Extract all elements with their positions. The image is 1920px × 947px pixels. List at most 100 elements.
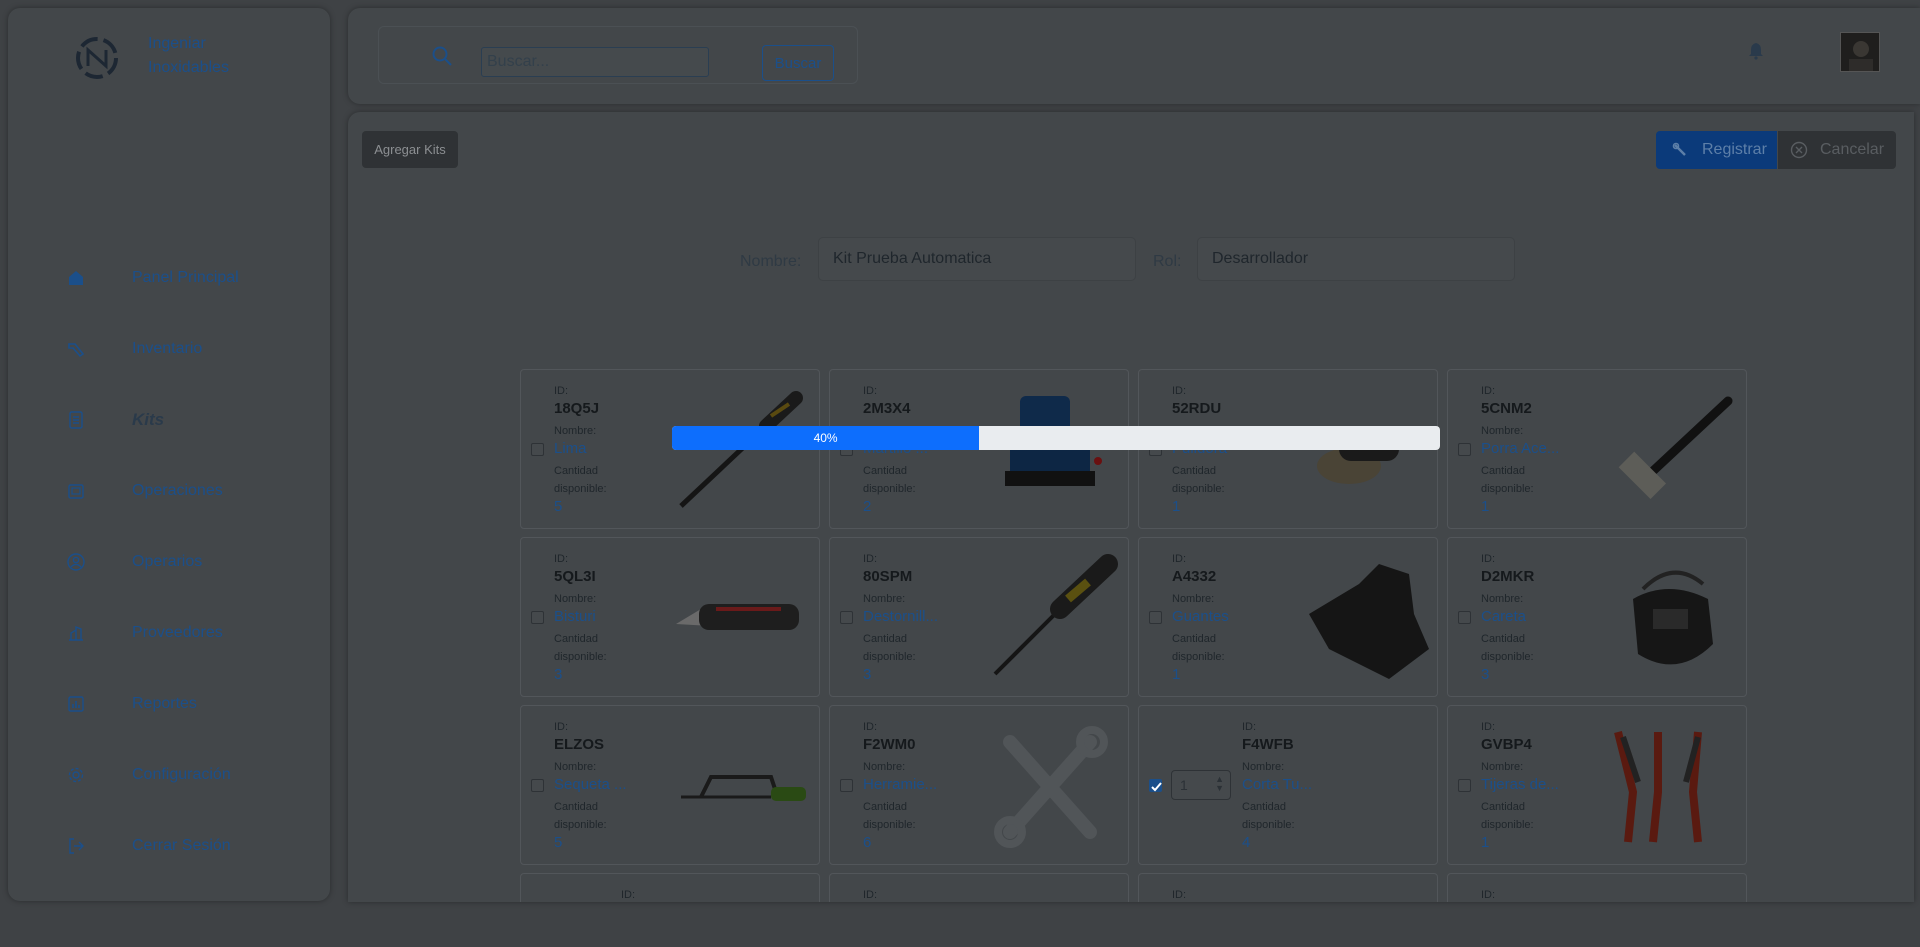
select-checkbox[interactable]: [531, 443, 544, 456]
select-checkbox[interactable]: [531, 611, 544, 624]
id-label: ID:: [863, 385, 878, 397]
select-checkbox-checked[interactable]: [1149, 779, 1162, 792]
quantity-stepper[interactable]: 1 ▲ ▼: [1171, 770, 1231, 800]
register-button[interactable]: Registrar: [1656, 131, 1777, 169]
add-kits-button[interactable]: Agregar Kits: [362, 131, 458, 168]
sidebar-item-proveedores[interactable]: Proveedores: [66, 597, 239, 668]
utility-knife-image-icon: [676, 604, 799, 630]
qty-label-2: disponible:: [863, 819, 916, 831]
tool-name[interactable]: Corta Tu...: [1242, 776, 1312, 794]
avatar[interactable]: [1840, 32, 1880, 72]
brand-line-1: Ingeniar: [148, 35, 206, 52]
tool-card[interactable]: ID:: [1447, 873, 1747, 902]
tool-quantity: 2: [863, 498, 872, 515]
tool-name[interactable]: Lima: [554, 440, 607, 458]
tool-card[interactable]: 1 ▲ ▼ ID: F4WFB Nombre: Corta Tu... Canti…: [1138, 705, 1438, 865]
qty-label-1: Cantidad: [1172, 465, 1217, 477]
tool-card[interactable]: ID: ELZOS Nombre: Sequeta ... Cantidad d…: [520, 705, 820, 865]
tool-info: ID: 5CNM2 Nombre: Porra Ace... Cantidad …: [1481, 382, 1559, 516]
tool-name[interactable]: Guantes: [1172, 608, 1229, 626]
select-checkbox[interactable]: [1458, 779, 1471, 792]
sidebar-item-label: Configuración: [132, 765, 231, 783]
sidebar-item-operarios[interactable]: Operarios: [66, 526, 239, 597]
qty-label-2: disponible:: [1481, 483, 1534, 495]
qty-label-1: Cantidad: [554, 465, 599, 477]
tool-info: ID: 5QL3I Nombre: Bisturi Cantidad dispo…: [554, 550, 607, 684]
sidebar-item-reportes[interactable]: Reportes: [66, 668, 239, 739]
tool-card[interactable]: ID: 80SPM Nombre: Destornill... Cantidad…: [829, 537, 1129, 697]
select-checkbox[interactable]: [1458, 611, 1471, 624]
tool-card[interactable]: ID: D2MKR Nombre: Careta Cantidad dispon…: [1447, 537, 1747, 697]
tool-name[interactable]: Destornill...: [863, 608, 938, 626]
qty-label-1: Cantidad: [863, 633, 908, 645]
select-checkbox[interactable]: [1458, 443, 1471, 456]
tool-id: 52RDU: [1172, 400, 1222, 417]
screwdriver-image-icon: [993, 554, 1118, 676]
sidebar-item-inventario[interactable]: Inventario: [66, 313, 239, 384]
folder-icon: [66, 481, 86, 501]
sidebar-item-label: Reportes: [132, 694, 197, 712]
cancel-label: Cancelar: [1820, 141, 1885, 158]
search-input[interactable]: [481, 47, 709, 77]
qty-label-2: disponible:: [554, 819, 607, 831]
tool-id: ELZOS: [554, 736, 605, 753]
select-checkbox[interactable]: [531, 779, 544, 792]
qty-label-2: disponible:: [1481, 819, 1534, 831]
qty-label-2: disponible:: [863, 651, 916, 663]
tool-info: ID: F4WFB Nombre: Corta Tu... Cantidad d…: [1242, 718, 1312, 852]
tool-name[interactable]: Herramie...: [863, 776, 937, 794]
tool-quantity: 5: [554, 498, 563, 515]
kit-name-label: Nombre:: [740, 253, 802, 270]
sidebar-item-configuracion[interactable]: Configuración: [66, 739, 239, 810]
sidebar-item-cerrar-sesion[interactable]: Cerrar Sesión: [66, 810, 239, 881]
stepper-value: 1: [1180, 777, 1188, 793]
cancel-button[interactable]: Cancelar: [1778, 131, 1896, 169]
tool-info: ID:: [621, 886, 635, 902]
tool-info: ID:: [863, 886, 877, 902]
qty-label-1: Cantidad: [1172, 633, 1217, 645]
bell-icon[interactable]: [1748, 42, 1764, 60]
select-checkbox[interactable]: [840, 779, 853, 792]
tool-card[interactable]: ID:: [520, 873, 820, 902]
tool-card[interactable]: ID: 5QL3I Nombre: Bisturi Cantidad dispo…: [520, 537, 820, 697]
tool-card[interactable]: ID: A4332 Nombre: Guantes Cantidad dispo…: [1138, 537, 1438, 697]
kit-name-field[interactable]: [818, 237, 1136, 281]
tool-name[interactable]: Careta: [1481, 608, 1534, 626]
name-label: Nombre:: [1481, 425, 1524, 437]
name-label: Nombre:: [1481, 593, 1524, 605]
tool-card[interactable]: ID: GVBP4 Nombre: Tijeras de... Cantidad…: [1447, 705, 1747, 865]
tool-card[interactable]: ID:: [1138, 873, 1438, 902]
qty-label-1: Cantidad: [863, 465, 908, 477]
tool-info: ID: D2MKR Nombre: Careta Cantidad dispon…: [1481, 550, 1534, 684]
id-label: ID:: [554, 385, 569, 397]
select-checkbox[interactable]: [1149, 611, 1162, 624]
tool-id: GVBP4: [1481, 736, 1532, 753]
tool-name[interactable]: Porra Ace...: [1481, 440, 1559, 458]
sidebar-item-panel-principal[interactable]: Panel Principal: [66, 242, 239, 313]
search-button[interactable]: Buscar: [762, 45, 834, 81]
tool-id: 5CNM2: [1481, 400, 1532, 417]
qty-label-1: Cantidad: [1242, 801, 1287, 813]
name-label: Nombre:: [863, 593, 906, 605]
tool-id: F4WFB: [1242, 736, 1294, 753]
tool-name[interactable]: Tijeras de...: [1481, 776, 1559, 794]
main-content: Agregar Kits Registrar Cancelar Nombre: …: [348, 112, 1914, 902]
stepper-arrows-icon[interactable]: ▲ ▼: [1215, 775, 1224, 793]
id-label: ID:: [554, 721, 569, 733]
select-checkbox[interactable]: [840, 611, 853, 624]
tool-quantity: 1: [1172, 666, 1181, 683]
qty-label-2: disponible:: [1242, 819, 1295, 831]
tool-card[interactable]: ID: F2WM0 Nombre: Herramie... Cantidad d…: [829, 705, 1129, 865]
tool-id: 80SPM: [863, 568, 913, 585]
tool-info: ID: ELZOS Nombre: Sequeta ... Cantidad d…: [554, 718, 627, 852]
top-bar: Buscar: [348, 8, 1920, 104]
sidebar-item-kits[interactable]: Kits: [66, 384, 239, 455]
sidebar-item-operaciones[interactable]: Operaciones: [66, 455, 239, 526]
tool-card[interactable]: ID:: [829, 873, 1129, 902]
tool-info: ID: 80SPM Nombre: Destornill... Cantidad…: [863, 550, 938, 684]
tool-name[interactable]: Bisturi: [554, 608, 607, 626]
role-field[interactable]: [1197, 237, 1515, 281]
sidebar-nav: Panel Principal Inventario Kits Operacio…: [66, 242, 239, 881]
tool-name[interactable]: Sequeta ...: [554, 776, 627, 794]
tool-card[interactable]: ID: 5CNM2 Nombre: Porra Ace... Cantidad …: [1447, 369, 1747, 529]
